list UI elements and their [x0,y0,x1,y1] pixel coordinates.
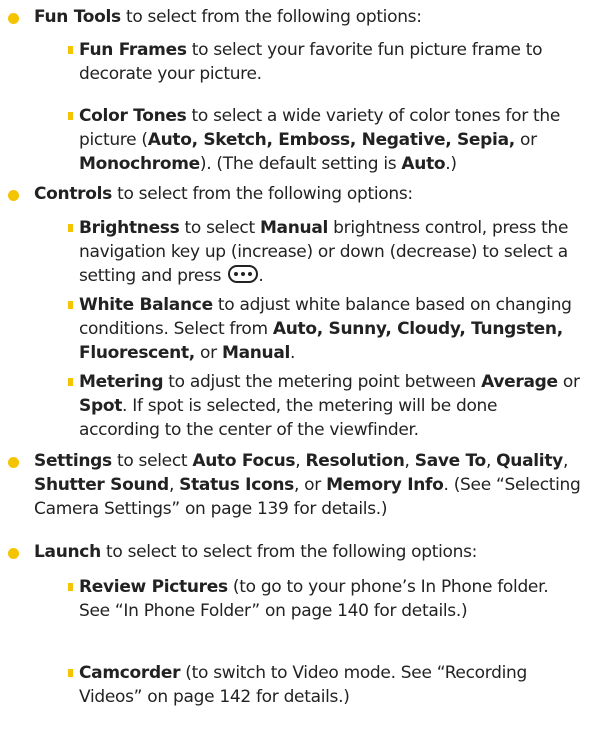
fun-tools-item: Fun Tools to select from the following o… [34,7,422,27]
sub-bullet-icon [68,583,73,591]
menu-ok-key-icon [228,265,259,283]
camcorder-item: Camcorder (to switch to Video mode. See … [79,663,528,707]
sub-bullet-icon [68,46,73,54]
review-pictures-item: Review Pictures (to go to your phone’s I… [79,577,549,621]
bullet-icon [8,457,19,468]
sub-bullet-icon [68,112,73,120]
launch-item: Launch to select to select from the foll… [34,542,478,562]
sub-bullet-icon [68,301,73,309]
sub-bullet-icon [68,378,73,386]
metering-item: Metering to adjust the metering point be… [79,372,580,440]
sub-bullet-icon [68,669,73,677]
settings-item: Settings to select Auto Focus, Resolutio… [34,451,581,519]
manual-page: Fun Tools to select from the following o… [0,0,595,756]
fun-frames-item: Fun Frames to select your favorite fun p… [79,40,543,84]
bullet-icon [8,13,19,24]
brightness-item: Brightness to select Manual brightness c… [79,218,569,286]
bullet-icon [8,548,19,559]
white-balance-item: White Balance to adjust white balance ba… [79,295,572,363]
bullet-icon [8,190,19,201]
controls-item: Controls to select from the following op… [34,184,413,204]
color-tones-item: Color Tones to select a wide variety of … [79,106,560,174]
sub-bullet-icon [68,224,73,232]
